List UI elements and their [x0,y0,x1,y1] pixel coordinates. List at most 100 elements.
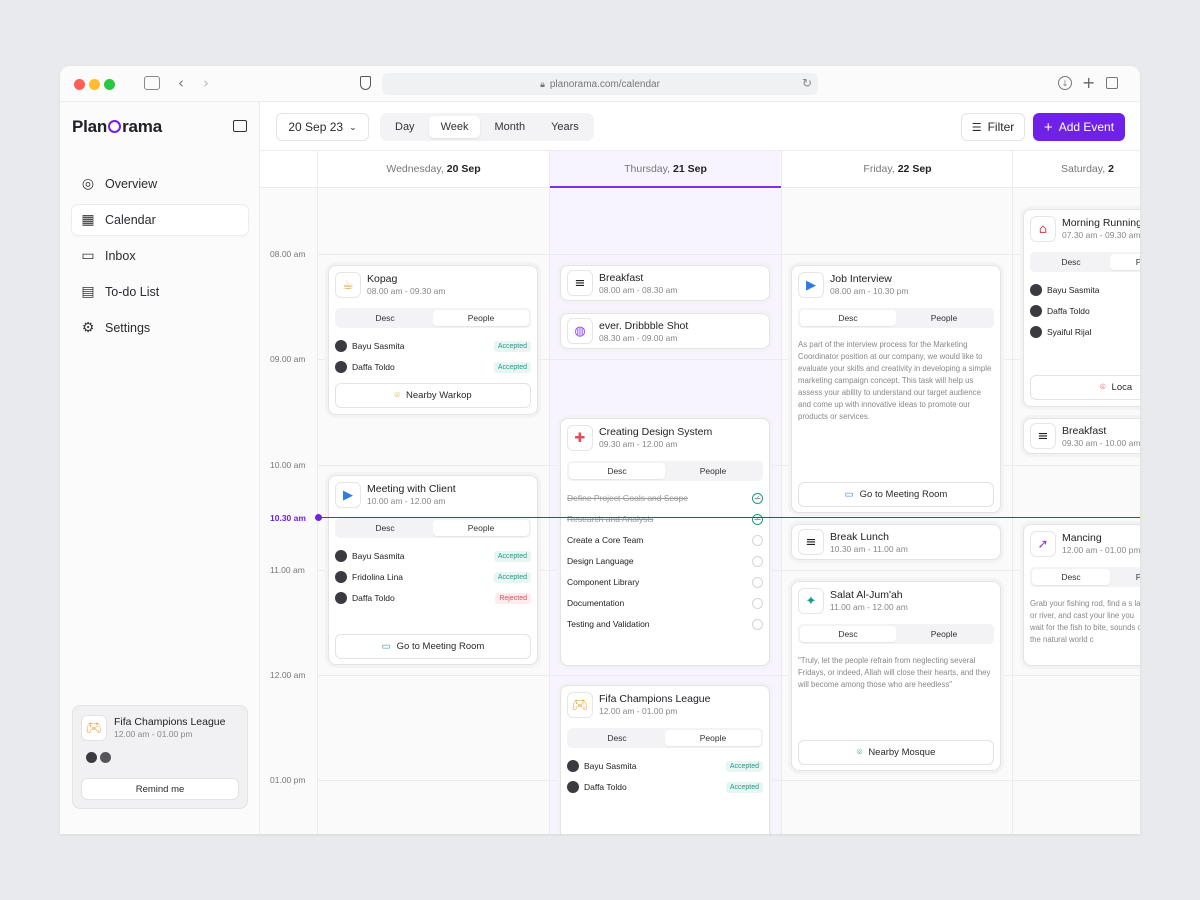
tab-people[interactable]: People [1110,569,1140,585]
tab-desc[interactable]: Desc [569,730,665,746]
go-to-meeting-room-button[interactable]: ▭ Go to Meeting Room [335,634,531,659]
event-card-kopag[interactable]: ☕︎ Kopag 08.00 am - 09.30 am Desc People… [328,265,538,415]
sidebar-item-label: Calendar [105,213,156,227]
chevron-down-icon: ⌄ [349,121,357,132]
tab-desc[interactable]: Desc [337,520,433,536]
event-card-dribbble-shot[interactable]: ◍ ever. Dribbble Shot 08.30 am - 09.00 a… [560,313,770,349]
time-label: 11.00 am [270,565,305,575]
nearby-mosque-button[interactable]: ⌾ Nearby Mosque [798,740,994,765]
tab-years[interactable]: Years [539,116,591,138]
tab-desc[interactable]: Desc [337,310,433,326]
filter-button[interactable]: ☰ Filter [961,113,1025,141]
sidebar-item-settings[interactable]: ⚙ Settings [72,313,248,343]
tab-week[interactable]: Week [428,116,481,138]
check-circle-icon[interactable]: ✓ [752,513,763,525]
empty-circle-icon[interactable] [752,618,763,630]
collapse-sidebar-icon[interactable] [233,120,247,132]
empty-circle-icon[interactable] [752,576,763,588]
check-circle-icon[interactable]: ✓ [752,492,763,504]
event-card-fifa-champions-league[interactable]: 🎮︎ Fifa Champions League 12.00 am - 01.0… [560,685,770,834]
event-card-mancing[interactable]: ➚ Mancing 12.00 am - 01.00 pm Desc Peopl… [1023,524,1140,666]
todo-item[interactable]: Research and Analysis ✓ [567,512,763,526]
empty-circle-icon[interactable] [752,534,763,546]
event-tabs: Desc People [798,624,994,644]
nearby-warkop-button[interactable]: ⌾ Nearby Warkop [335,383,531,408]
tab-people[interactable]: People [1110,254,1140,270]
app-logo[interactable]: Plan rama [72,117,162,137]
close-window-button[interactable] [74,79,85,90]
tab-desc[interactable]: Desc [800,626,896,642]
gear-icon: ⚙ [81,320,95,336]
status-badge: Accepted [493,550,531,562]
attendee-row: Bayu Sasmita [1030,282,1140,298]
empty-circle-icon[interactable] [752,555,763,567]
minimize-window-button[interactable] [89,79,100,90]
tab-desc[interactable]: Desc [1032,254,1110,270]
event-time: 08.00 am - 08.30 am [599,285,678,295]
event-card-design-system[interactable]: ✚ Creating Design System 09.30 am - 12.0… [560,418,770,666]
event-card-meeting-with-client[interactable]: ▶︎ Meeting with Client 10.00 am - 12.00 … [328,475,538,665]
event-card-job-interview[interactable]: ▶︎ Job Interview 08.00 am - 10.30 pm Des… [791,265,1001,513]
tab-month[interactable]: Month [482,116,537,138]
address-bar[interactable]: 🔒︎ planorama.com/calendar [382,73,818,95]
sidebar-item-todo[interactable]: ▤ To-do List [72,277,248,307]
event-card-morning-running[interactable]: ⌂ Morning Running 07.30 am - 09.30 am De… [1023,209,1140,407]
tab-day[interactable]: Day [383,116,427,138]
sidebar-item-inbox[interactable]: ▭ Inbox [72,241,248,271]
empty-circle-icon[interactable] [752,597,763,609]
date-picker[interactable]: 20 Sep 23 ⌄ [276,113,369,141]
event-card-breakfast-saturday[interactable]: ≡ Breakfast 09.30 am - 10.00 am [1023,418,1140,454]
todo-item[interactable]: Define Project Goals and Scope ✓ [567,491,763,505]
event-title: Morning Running [1062,217,1140,229]
day-header-sat[interactable]: Saturday, 2 [1012,151,1140,188]
tab-desc[interactable]: Desc [1032,569,1110,585]
todo-item[interactable]: Design Language [567,554,763,568]
todo-item[interactable]: Create a Core Team [567,533,763,547]
sidebar-item-calendar[interactable]: ▦ Calendar [72,205,248,235]
todo-item[interactable]: Testing and Validation [567,617,763,631]
rocket-icon: ➚ [1030,531,1056,557]
calendar-toolbar: 20 Sep 23 ⌄ Day Week Month Years ☰ Filte… [260,102,1140,151]
day-header-wed[interactable]: Wednesday, 20 Sep [317,151,549,188]
tab-people[interactable]: People [896,310,992,326]
new-tab-icon[interactable]: + [1082,73,1095,92]
day-header-fri[interactable]: Friday, 22 Sep [781,151,1013,188]
current-time-line [318,517,1140,518]
tabs-overview-icon[interactable] [1106,77,1118,89]
sidebar-item-overview[interactable]: ◎ Overview [72,169,248,199]
go-to-meeting-room-button[interactable]: ▭ Go to Meeting Room [798,482,994,507]
tab-people[interactable]: People [665,730,761,746]
tab-desc[interactable]: Desc [569,463,665,479]
todo-item[interactable]: Documentation [567,596,763,610]
tab-people[interactable]: People [433,310,529,326]
event-card-break-lunch[interactable]: ≡ Break Lunch 10.30 am - 11.00 am [791,524,1001,560]
zoom-window-button[interactable] [104,79,115,90]
day-header-thu[interactable]: Thursday, 21 Sep [549,151,781,188]
remind-me-button[interactable]: Remind me [81,778,239,800]
download-icon[interactable]: ↓ [1058,76,1072,90]
reload-icon[interactable]: ↻ [802,76,812,90]
sidebar-item-label: Settings [105,321,151,335]
tab-people[interactable]: People [896,626,992,642]
upcoming-event-card: 🎮︎ Fifa Champions League 12.00 am - 01.0… [72,705,248,809]
todo-label: Define Project Goals and Scope [567,493,688,503]
attendee-row: Daffa Toldo Accepted [567,779,763,795]
forward-icon[interactable]: › [203,74,209,92]
event-card-breakfast[interactable]: ≡ Breakfast 08.00 am - 08.30 am [560,265,770,301]
tab-desc[interactable]: Desc [800,310,896,326]
location-button[interactable]: ⌾ Loca [1030,375,1140,400]
attendee-name: Bayu Sasmita [352,341,405,351]
todo-item[interactable]: Component Library [567,575,763,589]
button-label: Go to Meeting Room [396,641,485,652]
time-column-header [260,151,318,188]
tab-people[interactable]: People [433,520,529,536]
back-icon[interactable]: ‹ [178,74,184,92]
event-tabs: Desc People [567,728,763,748]
todo-label: Create a Core Team [567,535,644,545]
sidebar-toggle-icon[interactable] [144,76,160,90]
event-tabs: Desc People [1030,567,1140,587]
event-card-salat-al-jumah[interactable]: ✦ Salat Al-Jum'ah 11.00 am - 12.00 am De… [791,581,1001,771]
add-event-button[interactable]: + Add Event [1033,113,1125,141]
event-description: "Truly, let the people refrain from negl… [798,656,991,689]
tab-people[interactable]: People [665,463,761,479]
